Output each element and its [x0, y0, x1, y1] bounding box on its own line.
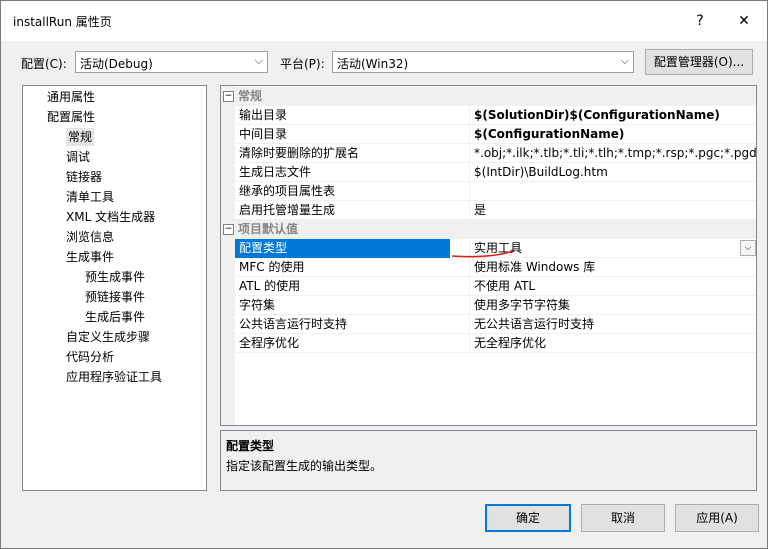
grid-gutter [221, 86, 235, 425]
property-value[interactable]: 不使用 ATL [469, 277, 756, 296]
title-bar: installRun 属性页 ? ✕ [1, 1, 767, 41]
tree-item[interactable]: 常规 [66, 128, 95, 146]
property-value[interactable]: $(ConfigurationName) [469, 125, 756, 144]
property-row[interactable]: 字符集 使用多字节字符集 [235, 296, 756, 315]
collapse-icon[interactable]: − [223, 224, 234, 235]
property-value[interactable]: *.obj;*.ilk;*.tlb;*.tli;*.tlh;*.tmp;*.rs… [469, 144, 756, 163]
chevron-down-icon: ⌵ [620, 54, 629, 67]
property-value[interactable]: 使用多字节字符集 [469, 296, 756, 315]
property-value[interactable]: $(SolutionDir)$(ConfigurationName) [469, 106, 756, 125]
property-name: 清除时要删除的扩展名 [239, 146, 360, 160]
tree-item[interactable]: 预生成事件 [85, 268, 145, 286]
config-value: 活动(Debug) [80, 57, 153, 71]
tree-item[interactable]: 浏览信息 [66, 228, 114, 246]
property-name: 继承的项目属性表 [239, 184, 336, 198]
property-name: MFC 的使用 [239, 260, 305, 274]
window-title: installRun 属性页 [13, 15, 112, 29]
grid-category[interactable]: − 常规 [221, 87, 756, 106]
property-row[interactable]: 公共语言运行时支持 无公共语言运行时支持 [235, 315, 756, 334]
collapse-icon[interactable]: − [223, 91, 234, 102]
tree-item[interactable]: 生成后事件 [85, 308, 145, 326]
tree-item[interactable]: 预链接事件 [85, 288, 145, 306]
tree-item[interactable]: 通用属性 [47, 88, 95, 106]
property-row[interactable]: 继承的项目属性表 [235, 182, 756, 201]
tree-item[interactable]: XML 文档生成器 [66, 208, 155, 226]
category-label: 项目默认值 [238, 222, 299, 236]
tree-item[interactable]: 生成事件 [66, 248, 114, 266]
property-name: 中间目录 [239, 127, 288, 141]
close-button[interactable]: ✕ [727, 7, 761, 35]
property-row[interactable]: ATL 的使用 不使用 ATL [235, 277, 756, 296]
tree-item[interactable]: 清单工具 [66, 188, 114, 206]
property-value[interactable]: 是 [469, 201, 756, 220]
property-name: 配置类型 [235, 239, 450, 258]
tree-item[interactable]: 链接器 [66, 168, 102, 186]
tree-item[interactable]: 应用程序验证工具 [66, 368, 162, 386]
cancel-button[interactable]: 取消 [581, 504, 665, 532]
property-value[interactable] [469, 182, 756, 201]
property-row[interactable]: 输出目录 $(SolutionDir)$(ConfigurationName) [235, 106, 756, 125]
tree-item[interactable]: 代码分析 [66, 348, 114, 366]
category-label: 常规 [238, 89, 263, 103]
property-name: 字符集 [239, 298, 276, 312]
property-name: 生成日志文件 [239, 165, 312, 179]
platform-value: 活动(Win32) [337, 57, 409, 71]
red-underline-annotation [451, 250, 515, 258]
property-row[interactable]: 中间目录 $(ConfigurationName) [235, 125, 756, 144]
platform-label: 平台(P): [280, 57, 325, 71]
chevron-down-icon: ⌵ [254, 54, 263, 67]
config-dropdown[interactable]: 活动(Debug) ⌵ [75, 51, 268, 73]
property-name: ATL 的使用 [239, 279, 301, 293]
chevron-down-icon[interactable]: ⌵ [740, 240, 756, 256]
property-name: 公共语言运行时支持 [239, 317, 348, 331]
category-tree[interactable]: 通用属性配置属性常规调试链接器清单工具 XML 文档生成器 浏览信息生成事件预生成事… [22, 85, 207, 491]
property-row[interactable]: MFC 的使用 使用标准 Windows 库 [235, 258, 756, 277]
property-value[interactable]: 使用标准 Windows 库 [469, 258, 756, 277]
description-text: 指定该配置生成的输出类型。 [226, 459, 383, 473]
property-row[interactable]: 全程序优化 无全程序优化 [235, 334, 756, 353]
description-title: 配置类型 [226, 439, 275, 453]
description-panel: 配置类型 指定该配置生成的输出类型。 [220, 430, 757, 491]
property-name: 输出目录 [239, 108, 288, 122]
config-manager-button[interactable]: 配置管理器(O)... [645, 49, 753, 75]
ok-button[interactable]: 确定 [485, 504, 571, 532]
tree-item[interactable]: 自定义生成步骤 [66, 328, 150, 346]
config-label: 配置(C): [21, 57, 67, 71]
property-pages-window: installRun 属性页 ? ✕ 配置(C): 活动(Debug) ⌵ 平台… [0, 0, 768, 549]
property-row[interactable]: 启用托管增量生成 是 [235, 201, 756, 220]
property-row[interactable]: 生成日志文件 $(IntDir)\BuildLog.htm [235, 163, 756, 182]
help-button[interactable]: ? [683, 7, 717, 35]
tree-item[interactable]: 调试 [66, 148, 90, 166]
apply-button[interactable]: 应用(A) [675, 504, 759, 532]
platform-dropdown[interactable]: 活动(Win32) ⌵ [332, 51, 634, 73]
property-value[interactable]: 无全程序优化 [469, 334, 756, 353]
property-name: 全程序优化 [239, 336, 300, 350]
property-value[interactable]: 无公共语言运行时支持 [469, 315, 756, 334]
property-name: 启用托管增量生成 [239, 203, 336, 217]
grid-category[interactable]: − 项目默认值 [221, 220, 756, 239]
tree-item[interactable]: 配置属性 [47, 108, 95, 126]
property-row[interactable]: 清除时要删除的扩展名 *.obj;*.ilk;*.tlb;*.tli;*.tlh;… [235, 144, 756, 163]
property-value[interactable]: $(IntDir)\BuildLog.htm [469, 163, 756, 182]
